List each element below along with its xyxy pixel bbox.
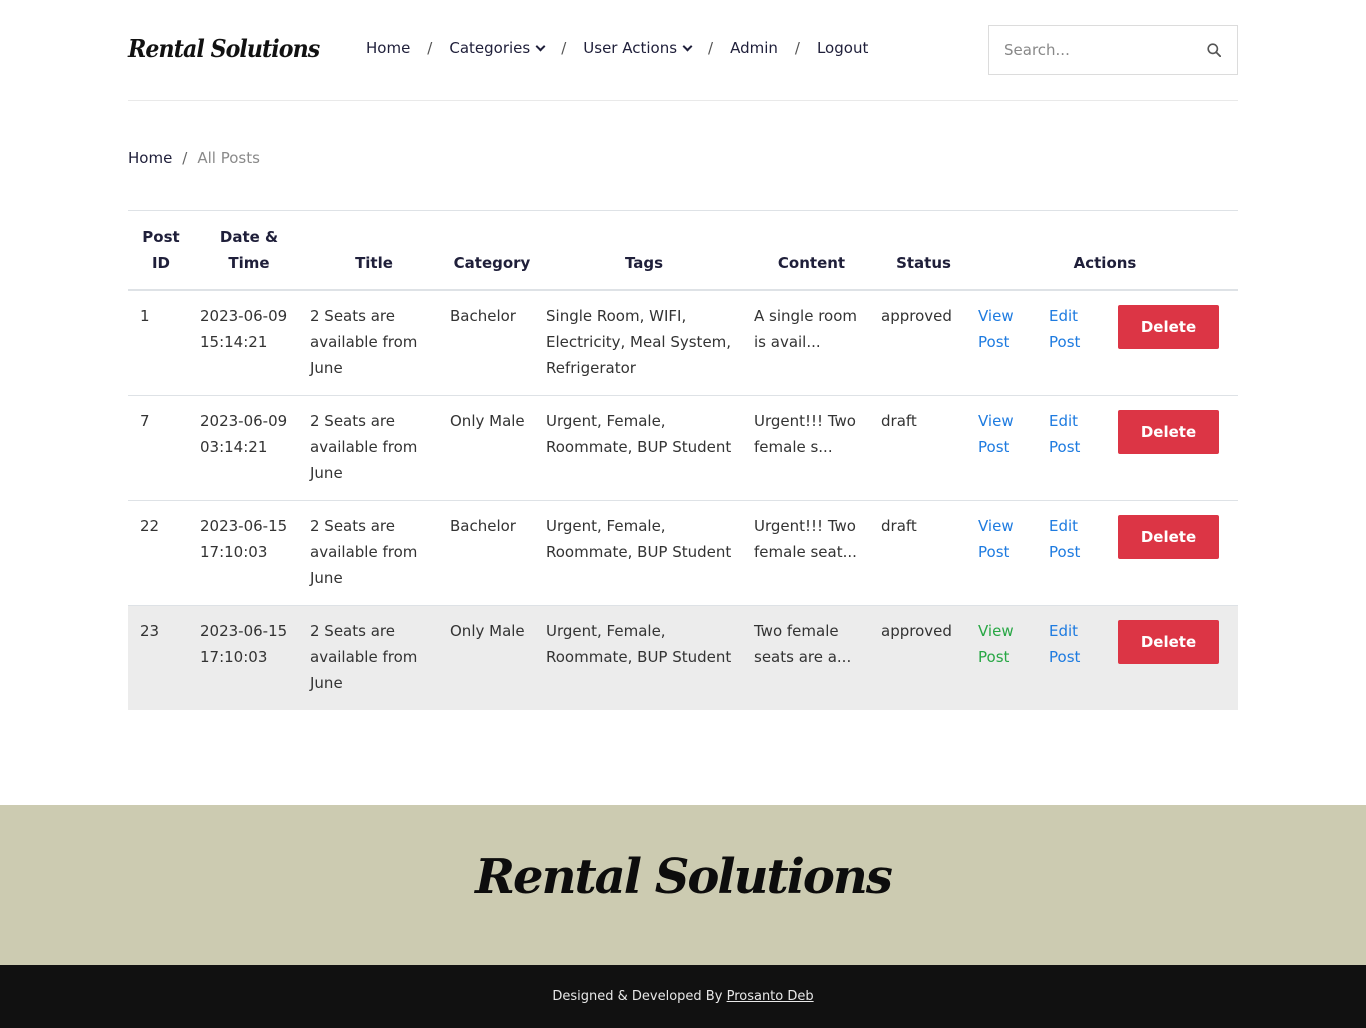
header-actions: Actions bbox=[972, 210, 1239, 291]
view-post-link[interactable]: View Post bbox=[978, 307, 1014, 351]
cell-view: View Post bbox=[972, 500, 1043, 606]
cell-content: A single room is avail... bbox=[748, 290, 875, 396]
footer-brand-band: Rental Solutions bbox=[0, 805, 1366, 965]
posts-table: Post ID Date & Time Title Category Tags … bbox=[128, 210, 1239, 710]
cell-post-id: 1 bbox=[128, 290, 194, 396]
header-tags: Tags bbox=[540, 210, 748, 291]
cell-date-time: 2023-06-15 17:10:03 bbox=[194, 605, 304, 710]
nav-home[interactable]: Home bbox=[366, 39, 410, 57]
table-row: 7 2023-06-09 03:14:21 2 Seats are availa… bbox=[128, 395, 1239, 501]
delete-button[interactable]: Delete bbox=[1118, 620, 1219, 664]
nav-admin-label: Admin bbox=[730, 39, 778, 57]
cell-post-id: 7 bbox=[128, 395, 194, 501]
header-status: Status bbox=[875, 210, 972, 291]
edit-post-link[interactable]: Edit Post bbox=[1049, 517, 1080, 561]
view-post-link[interactable]: View Post bbox=[978, 622, 1014, 666]
header-content: Content bbox=[748, 210, 875, 291]
nav-separator: / bbox=[561, 39, 567, 57]
cell-status: approved bbox=[875, 605, 972, 710]
delete-button[interactable]: Delete bbox=[1118, 410, 1219, 454]
cell-date-time: 2023-06-09 15:14:21 bbox=[194, 290, 304, 396]
footer-credits: Designed & Developed By Prosanto Deb bbox=[0, 965, 1366, 1028]
nav-user-actions-label: User Actions bbox=[583, 39, 678, 57]
cell-tags: Urgent, Female, Roommate, BUP Student bbox=[540, 605, 748, 710]
breadcrumb-home[interactable]: Home bbox=[128, 149, 172, 167]
cell-category: Only Male bbox=[444, 395, 540, 501]
nav-separator: / bbox=[427, 39, 433, 57]
cell-edit: Edit Post bbox=[1043, 395, 1112, 501]
header-title: Title bbox=[304, 210, 444, 291]
cell-category: Bachelor bbox=[444, 290, 540, 396]
cell-delete: Delete bbox=[1112, 290, 1239, 396]
nav-home-label: Home bbox=[366, 39, 411, 57]
nav-logout[interactable]: Logout bbox=[817, 39, 868, 57]
cell-edit: Edit Post bbox=[1043, 500, 1112, 606]
cell-content: Two female seats are a... bbox=[748, 605, 875, 710]
table-row: 23 2023-06-15 17:10:03 2 Seats are avail… bbox=[128, 605, 1239, 710]
table-row: 22 2023-06-15 17:10:03 2 Seats are avail… bbox=[128, 500, 1239, 606]
posts-table-container: Post ID Date & Time Title Category Tags … bbox=[128, 210, 1239, 710]
nav-categories-label: Categories bbox=[449, 39, 531, 57]
cell-tags: Single Room, WIFI, Electricity, Meal Sys… bbox=[540, 290, 748, 396]
nav-user-actions[interactable]: User Actions bbox=[583, 39, 693, 57]
main-nav: Home / Categories / User Actions / Admin… bbox=[366, 39, 868, 57]
cell-view: View Post bbox=[972, 605, 1043, 710]
cell-content: Urgent!!! Two female s... bbox=[748, 395, 875, 501]
footer-logo[interactable]: Rental Solutions bbox=[0, 849, 1366, 905]
delete-button[interactable]: Delete bbox=[1118, 515, 1219, 559]
cell-title: 2 Seats are available from June bbox=[304, 290, 444, 396]
cell-post-id: 22 bbox=[128, 500, 194, 606]
header-date-time: Date & Time bbox=[194, 210, 304, 291]
nav-admin[interactable]: Admin bbox=[730, 39, 778, 57]
nav-logout-label: Logout bbox=[816, 39, 869, 57]
cell-delete: Delete bbox=[1112, 500, 1239, 606]
cell-edit: Edit Post bbox=[1043, 290, 1112, 396]
search-icon[interactable] bbox=[1207, 43, 1221, 57]
header-category: Category bbox=[444, 210, 540, 291]
table-header-row: Post ID Date & Time Title Category Tags … bbox=[128, 210, 1239, 291]
cell-delete: Delete bbox=[1112, 395, 1239, 501]
breadcrumb-separator: / bbox=[182, 149, 188, 167]
cell-view: View Post bbox=[972, 395, 1043, 501]
search-input[interactable] bbox=[989, 26, 1189, 74]
view-post-link[interactable]: View Post bbox=[978, 517, 1014, 561]
cell-post-id: 23 bbox=[128, 605, 194, 710]
edit-post-link[interactable]: Edit Post bbox=[1049, 412, 1080, 456]
cell-date-time: 2023-06-09 03:14:21 bbox=[194, 395, 304, 501]
delete-button[interactable]: Delete bbox=[1118, 305, 1219, 349]
view-post-link[interactable]: View Post bbox=[978, 412, 1014, 456]
cell-title: 2 Seats are available from June bbox=[304, 605, 444, 710]
footer-credit-text: Designed & Developed By bbox=[552, 989, 723, 1004]
breadcrumb: Home / All Posts bbox=[128, 149, 260, 167]
table-row: 1 2023-06-09 15:14:21 2 Seats are availa… bbox=[128, 290, 1239, 396]
nav-separator: / bbox=[708, 39, 714, 57]
cell-delete: Delete bbox=[1112, 605, 1239, 710]
cell-title: 2 Seats are available from June bbox=[304, 500, 444, 606]
cell-edit: Edit Post bbox=[1043, 605, 1112, 710]
header-post-id: Post ID bbox=[128, 210, 194, 291]
cell-view: View Post bbox=[972, 290, 1043, 396]
chevron-down-icon bbox=[535, 41, 546, 51]
footer-credit-link[interactable]: Prosanto Deb bbox=[727, 989, 814, 1004]
edit-post-link[interactable]: Edit Post bbox=[1049, 622, 1080, 666]
cell-tags: Urgent, Female, Roommate, BUP Student bbox=[540, 395, 748, 501]
cell-category: Only Male bbox=[444, 605, 540, 710]
edit-post-link[interactable]: Edit Post bbox=[1049, 307, 1080, 351]
cell-content: Urgent!!! Two female seat... bbox=[748, 500, 875, 606]
nav-separator: / bbox=[794, 39, 800, 57]
cell-status: approved bbox=[875, 290, 972, 396]
nav-categories[interactable]: Categories bbox=[449, 39, 546, 57]
chevron-down-icon bbox=[682, 41, 693, 51]
cell-date-time: 2023-06-15 17:10:03 bbox=[194, 500, 304, 606]
cell-tags: Urgent, Female, Roommate, BUP Student bbox=[540, 500, 748, 606]
cell-category: Bachelor bbox=[444, 500, 540, 606]
cell-status: draft bbox=[875, 395, 972, 501]
site-logo[interactable]: Rental Solutions bbox=[128, 34, 320, 63]
site-header: Rental Solutions Home / Categories / Use… bbox=[128, 0, 1238, 101]
cell-status: draft bbox=[875, 500, 972, 606]
cell-title: 2 Seats are available from June bbox=[304, 395, 444, 501]
search-box bbox=[988, 25, 1238, 75]
breadcrumb-current: All Posts bbox=[197, 149, 260, 167]
